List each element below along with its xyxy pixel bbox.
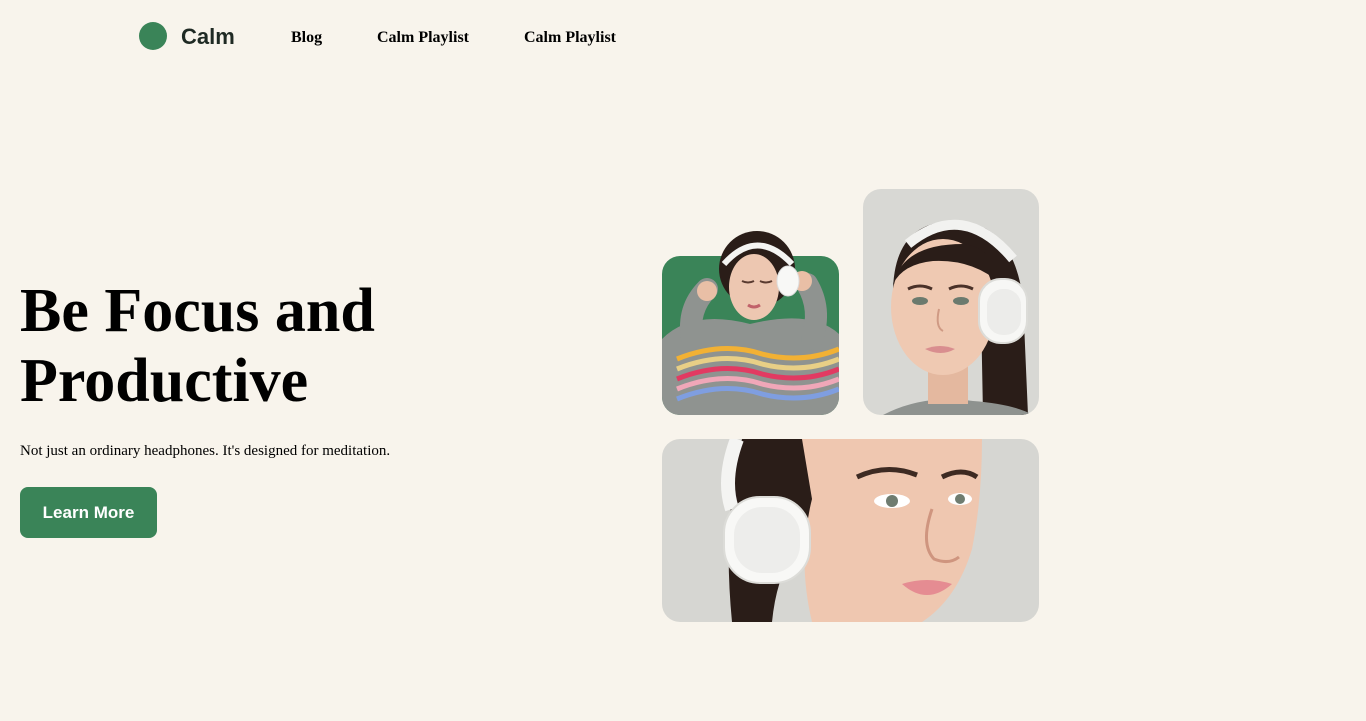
- nav-link-blog[interactable]: Blog: [291, 28, 322, 48]
- photo-woman-green-background: [662, 229, 839, 415]
- hero-subtitle: Not just an ordinary headphones. It's de…: [20, 443, 391, 459]
- photo-woman-smiling: [863, 189, 1039, 415]
- hero-title: Be Focus and Productive: [20, 276, 540, 416]
- learn-more-button[interactable]: Learn More: [20, 487, 157, 538]
- photo-woman-closeup: [662, 439, 1039, 622]
- nav-link-calm-playlist-2[interactable]: Calm Playlist: [524, 28, 616, 48]
- brand-name: Calm: [181, 24, 235, 49]
- hero-title-line-2: Productive: [20, 347, 309, 415]
- nav-link-calm-playlist[interactable]: Calm Playlist: [377, 28, 469, 48]
- logo-circle-icon: [139, 22, 167, 50]
- hero-title-line-1: Be Focus and: [20, 277, 375, 345]
